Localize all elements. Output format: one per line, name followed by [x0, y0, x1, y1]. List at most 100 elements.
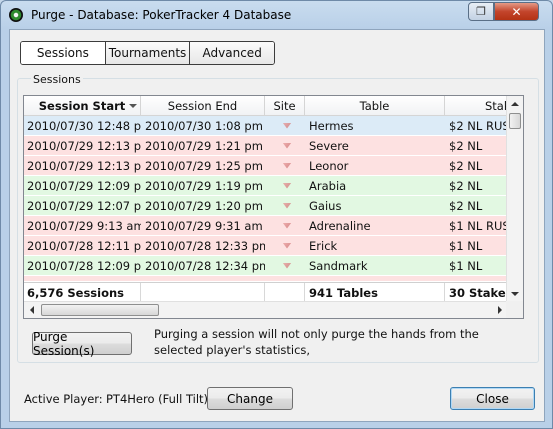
restore-button[interactable]: ❐	[468, 2, 494, 21]
window-title: Purge - Database: PokerTracker 4 Databas…	[31, 8, 292, 22]
site-flag-icon	[282, 142, 292, 149]
vertical-scroll-thumb[interactable]	[509, 113, 521, 129]
column-header-session-end[interactable]: Session End	[141, 96, 265, 116]
close-icon: ✕	[511, 4, 522, 19]
vertical-scrollbar[interactable]	[506, 96, 523, 302]
cell-session-start: 2010/07/29 12:13 pm	[27, 158, 141, 173]
tab-tournaments[interactable]: Tournaments	[105, 42, 191, 64]
cell-session-end: 2010/07/29 9:31 am	[145, 218, 263, 233]
active-player-value: PT4Hero (Full Tilt)	[106, 392, 209, 406]
cell-site	[265, 136, 305, 155]
restore-icon: ❐	[476, 5, 486, 18]
tab-advanced[interactable]: Advanced	[190, 42, 274, 64]
cell-session-start: 2010/07/29 12:09 pm	[27, 178, 141, 193]
window-close-button[interactable]: ✕	[494, 2, 539, 21]
purge-sessions-button[interactable]: Purge Session(s)	[32, 330, 132, 358]
cell-session-start: 2010/07/29 12:07 pm	[27, 198, 141, 213]
site-flag-icon	[282, 222, 292, 229]
cell-stakes: $1 NL RUSH	[449, 218, 508, 233]
arrow-down-icon	[511, 292, 519, 296]
table-row[interactable]: 2010/07/30 12:48 pm 2010/07/30 1:08 pm H…	[24, 116, 508, 136]
site-flag-icon	[282, 242, 292, 249]
cell-table: Erick	[309, 238, 338, 253]
cell-site	[265, 236, 305, 255]
column-header-stakes[interactable]: Stakes	[445, 96, 508, 116]
cell-site	[265, 176, 305, 195]
cell-session-end: 2010/07/29 1:19 pm	[145, 178, 263, 193]
cell-session-start: 2010/07/30 12:48 pm	[27, 118, 141, 133]
dialog-body: Sessions Tournaments Advanced Sessions S…	[9, 29, 545, 422]
site-flag-icon	[282, 262, 292, 269]
cell-site	[265, 116, 305, 135]
total-session-end	[141, 283, 265, 302]
table-row[interactable]: 2010/07/29 12:13 pm 2010/07/29 1:21 pm S…	[24, 136, 508, 156]
column-header-session-start[interactable]: Session Start	[24, 96, 141, 116]
cell-session-start: 2010/07/28 12:09 pm	[27, 258, 141, 273]
cell-site	[265, 216, 305, 235]
change-player-button[interactable]: Change	[207, 387, 293, 410]
sessions-group-label: Sessions	[31, 73, 83, 86]
column-header-label: Session Start	[38, 99, 126, 113]
table-row[interactable]: 2010/07/28 12:11 pm 2010/07/28 12:33 pm …	[24, 236, 508, 256]
cell-table: Severe	[309, 138, 349, 153]
cell-session-end: 2010/07/28 12:33 pm	[145, 238, 265, 253]
cell-site	[265, 256, 305, 275]
cell-stakes: $2 NL	[449, 138, 483, 153]
purge-window: Purge - Database: PokerTracker 4 Databas…	[0, 0, 553, 429]
horizontal-scroll-thumb[interactable]	[41, 304, 159, 316]
table-row[interactable]: 2010/07/28 12:09 pm 2010/07/28 12:34 pm …	[24, 256, 508, 276]
cell-site	[265, 156, 305, 175]
table-rows: 2010/07/30 12:48 pm 2010/07/30 1:08 pm H…	[24, 116, 508, 282]
site-flag-icon	[282, 162, 292, 169]
cell-table: Leonor	[309, 158, 349, 173]
cell-table: Sandmark	[309, 258, 368, 273]
cell-session-end: 2010/07/29 1:20 pm	[145, 198, 263, 213]
cell-session-end: 2010/07/30 1:08 pm	[145, 118, 263, 133]
cell-session-start: 2010/07/29 9:13 am	[27, 218, 141, 233]
scrollbar-corner	[506, 301, 523, 318]
column-header-table[interactable]: Table	[305, 96, 445, 116]
column-header-site[interactable]: Site	[265, 96, 305, 116]
pokertracker-app-icon	[9, 8, 23, 22]
site-flag-icon	[282, 202, 292, 209]
sort-descending-icon	[129, 104, 137, 108]
title-bar[interactable]: Purge - Database: PokerTracker 4 Databas…	[1, 1, 552, 28]
cell-stakes: $2 NL	[449, 198, 483, 213]
cell-stakes: $1 NL	[449, 238, 483, 253]
table-row[interactable]: 2010/07/29 12:07 pm 2010/07/29 1:20 pm G…	[24, 196, 508, 216]
sessions-table[interactable]: Session Start Session End Site Table Sta…	[23, 95, 524, 319]
site-flag-icon	[282, 122, 292, 129]
cell-session-start: 2010/07/28 12:11 pm	[27, 238, 141, 253]
totals-row: 6,576 Sessions 941 Tables 30 Stakes	[24, 282, 508, 302]
site-flag-icon	[282, 182, 292, 189]
active-player-label: Active Player:	[24, 392, 103, 406]
total-site	[265, 283, 305, 302]
scroll-down-button[interactable]	[507, 286, 523, 302]
cell-table: Arabia	[309, 178, 347, 193]
cell-session-start: 2010/07/29 12:13 pm	[27, 138, 141, 153]
purge-description: Purging a session will not only purge th…	[154, 327, 479, 357]
table-header: Session Start Session End Site Table Sta…	[24, 96, 508, 116]
close-button[interactable]: Close	[450, 387, 535, 410]
total-tables: 941 Tables	[305, 283, 445, 302]
arrow-left-icon	[30, 306, 34, 314]
total-sessions: 6,576 Sessions	[24, 283, 141, 302]
scroll-left-button[interactable]	[24, 302, 40, 318]
table-row[interactable]: 2010/07/29 12:09 pm 2010/07/29 1:19 pm A…	[24, 176, 508, 196]
cell-stakes: $2 NL	[449, 158, 483, 173]
purge-mode-tabs: Sessions Tournaments Advanced	[20, 41, 275, 65]
cell-stakes: $2 NL	[449, 178, 483, 193]
cell-session-end: 2010/07/29 1:25 pm	[145, 158, 263, 173]
cell-session-end: 2010/07/28 12:34 pm	[145, 258, 265, 273]
horizontal-scrollbar[interactable]	[24, 301, 508, 318]
scroll-up-button[interactable]	[507, 96, 523, 112]
cell-stakes: $2 NL RUSH	[449, 118, 508, 133]
tab-sessions[interactable]: Sessions	[21, 42, 106, 64]
table-row[interactable]: 2010/07/29 12:13 pm 2010/07/29 1:25 pm L…	[24, 156, 508, 176]
cell-table: Hermes	[309, 118, 354, 133]
table-row[interactable]: 2010/07/29 9:13 am 2010/07/29 9:31 am Ad…	[24, 216, 508, 236]
cell-session-end: 2010/07/29 1:21 pm	[145, 138, 263, 153]
cell-site	[265, 196, 305, 215]
cell-stakes: $1 NL	[449, 258, 483, 273]
arrow-up-icon	[511, 102, 519, 106]
